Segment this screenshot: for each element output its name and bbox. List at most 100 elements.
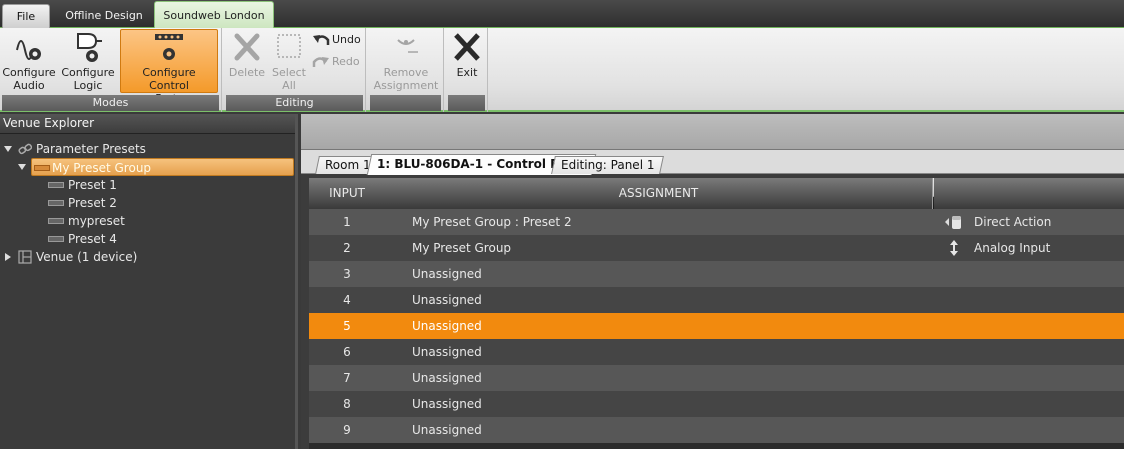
select-all-label-2: All [282,79,296,92]
tab-file[interactable]: File [2,4,50,28]
analog-input-icon [950,240,958,256]
table-row[interactable]: 4 Unassigned [309,287,1124,313]
cell-input: 2 [343,241,351,255]
redo-button[interactable]: Redo [312,53,360,71]
control-ports-main: Room 1 1: BLU-806DA-1 - Control Ports Ed… [301,114,1124,449]
delete-button[interactable]: Delete [226,30,268,79]
tree-item-preset[interactable]: mypreset [48,212,288,230]
configure-control-ports-label-1: Configure Control [142,66,196,92]
tree-item-preset[interactable]: Preset 4 [48,230,288,248]
cell-type: Direct Action [974,215,1052,229]
cell-assignment[interactable]: Unassigned [412,417,482,443]
remove-assignment-button[interactable]: Remove Assignment [370,30,442,92]
control-ports-icon [155,34,183,60]
tree-item-preset[interactable]: Preset 2 [48,194,288,212]
tree-label-preset: Preset 2 [68,196,117,210]
tree-item-my-preset-group[interactable]: My Preset Group [31,158,294,176]
cell-input: 4 [343,293,351,307]
tree-label-preset: Preset 4 [68,232,117,246]
undo-button[interactable]: Undo [312,31,361,49]
cell-input: 9 [343,423,351,437]
table-row[interactable]: 9 Unassigned [309,417,1124,443]
configure-audio-label-2: Audio [13,79,45,92]
configure-logic-button[interactable]: Configure Logic [60,30,116,92]
table-row[interactable]: 5 Unassigned [309,313,1124,339]
ribbon: Configure Audio Configure Logic Configur… [0,28,1124,112]
cell-input: 5 [343,319,351,333]
tab-soundweb-london[interactable]: Soundweb London [154,1,274,28]
table-row[interactable]: 8 Unassigned [309,391,1124,417]
venue-explorer-panel: Venue Explorer Parameter Presets My Pres… [0,114,298,449]
main-header-bar [301,114,1124,150]
select-all-icon [277,34,301,58]
ribbon-group-modes: Configure Audio Configure Logic Configur… [0,28,222,112]
collapse-arrow-icon[interactable] [5,253,11,261]
cell-assignment[interactable]: Unassigned [412,339,482,365]
ribbon-group-editing: Delete Select All Undo Redo Editing [224,28,366,112]
table-row[interactable]: 2 My Preset Group Analog Input [309,235,1124,261]
expand-arrow-icon[interactable] [4,146,12,152]
direct-action-icon [945,216,961,229]
configure-control-ports-button[interactable]: Configure Control Ports [120,29,218,105]
ribbon-group-exit: Exit [446,28,488,112]
remove-assignment-label-2: Assignment [373,79,439,92]
cell-assignment[interactable]: Unassigned [412,365,482,391]
ribbon-group-assignment: Remove Assignment [368,28,444,112]
cell-input: 1 [343,215,351,229]
configure-audio-button[interactable]: Configure Audio [2,30,56,92]
exit-label: Exit [456,66,478,79]
tree-label-my-preset-group: My Preset Group [52,161,152,175]
cell-assignment[interactable]: Unassigned [412,287,482,313]
link-icon [18,143,32,155]
delete-label: Delete [228,66,266,79]
venue-icon [18,250,32,264]
tree-item-venue[interactable]: Venue (1 device) [4,248,294,266]
tree-item-parameter-presets[interactable]: Parameter Presets [4,140,294,158]
expand-arrow-icon[interactable] [18,164,26,170]
top-tab-bar: File Offline Design Soundweb London [0,0,1124,28]
preset-icon [48,182,64,188]
app-window: File Offline Design Soundweb London Conf… [0,0,1124,449]
cell-assignment[interactable]: Unassigned [412,391,482,417]
table-row[interactable]: 3 Unassigned [309,261,1124,287]
column-header-type[interactable] [934,178,1124,209]
remove-assignment-label-1: Remove [383,66,429,79]
preset-icon [48,200,64,206]
exit-button[interactable]: Exit [448,30,486,79]
doc-tab-editing-panel[interactable]: Editing: Panel 1 [551,156,665,174]
control-ports-grid: INPUT ASSIGNMENT 1 My Preset Group : Pres… [309,178,1124,449]
table-row[interactable]: 7 Unassigned [309,365,1124,391]
table-row[interactable]: 1 My Preset Group : Preset 2 Direct Action [309,209,1124,235]
cell-assignment[interactable]: Unassigned [412,313,482,339]
group-label-assignment [370,95,441,111]
audio-config-icon [16,40,41,60]
tab-offline-design[interactable]: Offline Design [56,3,152,28]
table-row[interactable]: 6 Unassigned [309,339,1124,365]
group-label-exit [448,95,485,111]
cell-assignment[interactable]: Unassigned [412,261,482,287]
document-tabs: Room 1 1: BLU-806DA-1 - Control Ports Ed… [301,150,1124,175]
doc-tab-label: Room 1 [325,158,371,172]
select-all-label-1: Select [272,66,306,79]
cell-input: 7 [343,371,351,385]
cell-input: 3 [343,267,351,281]
column-header-input[interactable]: INPUT [309,178,385,209]
cell-assignment[interactable]: My Preset Group : Preset 2 [412,209,572,235]
undo-label: Undo [332,33,361,46]
cell-assignment[interactable]: My Preset Group [412,235,511,261]
select-all-button[interactable]: Select All [270,30,308,92]
group-label-editing: Editing [226,95,363,111]
remove-assignment-icon [397,39,418,53]
undo-icon [313,35,330,45]
grid-body: 1 My Preset Group : Preset 2 Direct Action… [309,209,1124,443]
tree-item-preset[interactable]: Preset 1 [48,176,288,194]
venue-explorer-title: Venue Explorer [0,114,295,134]
column-header-assignment[interactable]: ASSIGNMENT [385,178,933,209]
tree-label-preset: Preset 1 [68,178,117,192]
cell-input: 6 [343,345,351,359]
grid-header: INPUT ASSIGNMENT [309,178,1124,209]
cell-input: 8 [343,397,351,411]
logic-config-icon [77,33,102,62]
tree-label-parameter-presets: Parameter Presets [36,142,146,156]
configure-logic-label-1: Configure [61,66,115,79]
